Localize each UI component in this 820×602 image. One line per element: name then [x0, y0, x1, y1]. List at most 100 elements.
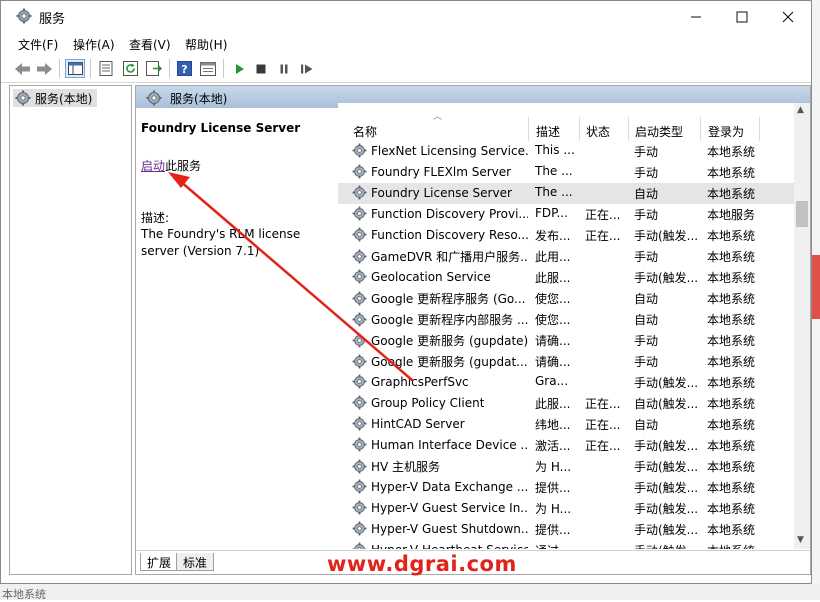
service-row[interactable]: HintCAD Server 纬地... 正在... 自动 本地系统 — [338, 414, 794, 435]
service-name: HV 主机服务 — [371, 460, 441, 474]
service-log-on-as-cell: 本地系统 — [707, 229, 756, 243]
service-row[interactable]: Foundry FLEXlm Server The ... 手动 本地系统 — [338, 162, 794, 183]
pane-header-title: 服务(本地) — [170, 92, 228, 106]
service-name: Function Discovery Reso... — [371, 227, 528, 242]
help-button[interactable]: ? — [174, 59, 194, 78]
close-button[interactable] — [765, 1, 811, 32]
start-service-button[interactable] — [229, 59, 249, 78]
service-name: Human Interface Device ... — [371, 437, 528, 452]
service-row[interactable]: Human Interface Device ... 激活... 正在... 手动(触… — [338, 435, 794, 456]
service-name: HintCAD Server — [371, 416, 465, 431]
services-gear-icon — [146, 90, 162, 106]
scroll-up-icon[interactable]: ▲ — [797, 105, 804, 115]
service-startup-type-cell: 手动(触发... — [634, 439, 699, 453]
maximize-button[interactable] — [719, 1, 765, 32]
tab-standard[interactable]: 标准 — [176, 553, 215, 571]
scrollbar-thumb[interactable] — [796, 201, 808, 227]
services-gear-icon — [15, 90, 31, 106]
service-log-on-as-cell: 本地系统 — [707, 523, 756, 537]
background-window-right — [812, 0, 820, 600]
tree-item-services-local[interactable]: 服务(本地) — [13, 89, 97, 107]
service-description-cell: 为 H... — [535, 460, 572, 474]
service-name-cell: Google 更新服务 (gupdat... — [352, 353, 528, 370]
start-service-suffix: 此服务 — [165, 159, 202, 173]
service-row[interactable]: Google 更新服务 (gupdat... 请确... 手动 本地系统 — [338, 351, 794, 372]
start-service-link[interactable]: 启动 — [141, 159, 165, 173]
menu-action[interactable]: 操作(A) — [73, 36, 115, 53]
service-gear-icon — [352, 269, 367, 284]
column-divider[interactable] — [759, 117, 760, 141]
tab-extended[interactable]: 扩展 — [140, 553, 179, 571]
export-list-button[interactable] — [144, 59, 164, 78]
minimize-button[interactable] — [673, 1, 719, 32]
extended-description-pane: Foundry License Server 启动此服务 描述: The Fou… — [136, 108, 338, 550]
pause-service-icon — [280, 64, 288, 73]
column-header-log-on-as[interactable]: 登录为 — [693, 121, 773, 141]
service-name-cell: GraphicsPerfSvc — [352, 374, 528, 389]
toolbar-separator — [169, 59, 170, 78]
service-name: Group Policy Client — [371, 395, 485, 410]
menu-help[interactable]: 帮助(H) — [185, 36, 227, 53]
service-log-on-as-cell: 本地系统 — [707, 439, 756, 453]
service-name: Hyper-V Heartbeat Service — [371, 543, 528, 550]
minimize-icon — [691, 16, 701, 17]
service-name-cell: Hyper-V Guest Service In... — [352, 500, 528, 515]
service-gear-icon — [352, 500, 367, 515]
service-log-on-as-cell: 本地系统 — [707, 481, 756, 495]
service-description-cell: 提供... — [535, 481, 571, 495]
service-log-on-as-cell: 本地系统 — [707, 418, 756, 432]
vertical-scrollbar[interactable]: ▲ ▼ — [794, 103, 810, 549]
column-header-description[interactable]: 描述 — [521, 121, 571, 141]
service-log-on-as-cell: 本地系统 — [707, 292, 756, 306]
service-log-on-as-cell: 本地系统 — [707, 187, 756, 201]
toolbar-separator — [90, 59, 91, 78]
menu-file[interactable]: 文件(F) — [18, 36, 58, 53]
service-row[interactable]: Function Discovery Reso... 发布... 正在... 手动(触… — [338, 225, 794, 246]
service-row[interactable]: Hyper-V Data Exchange ... 提供... 手动(触发... 本地… — [338, 477, 794, 498]
service-gear-icon — [352, 291, 367, 306]
scroll-down-icon[interactable]: ▼ — [797, 535, 804, 545]
service-row[interactable]: Google 更新程序服务 (Go... 使您... 自动 本地系统 — [338, 288, 794, 309]
service-startup-type-cell: 手动(触发... — [634, 523, 699, 537]
column-header-startup-type[interactable]: 启动类型 — [620, 121, 692, 141]
service-row[interactable]: GameDVR 和广播用户服务... 此用... 手动 本地系统 — [338, 246, 794, 267]
service-startup-type-cell: 手动(触发... — [634, 502, 699, 516]
service-row[interactable]: GraphicsPerfSvc Gra... 手动(触发... 本地系统 — [338, 372, 794, 393]
service-row[interactable]: Geolocation Service 此服... 手动(触发... 本地系统 — [338, 267, 794, 288]
service-row[interactable]: Hyper-V Heartbeat Service 通过... 手动(触发... 本地… — [338, 540, 794, 549]
back-button[interactable] — [12, 59, 32, 78]
stop-service-button[interactable] — [251, 59, 271, 78]
refresh-icon — [122, 61, 138, 76]
service-row[interactable]: Google 更新服务 (gupdate) 请确... 手动 本地系统 — [338, 330, 794, 351]
forward-button[interactable] — [34, 59, 54, 78]
service-status-cell: 正在... — [585, 439, 621, 453]
service-startup-type-cell: 手动(触发... — [634, 460, 699, 474]
service-name-cell: Geolocation Service — [352, 269, 528, 284]
restart-service-icon — [301, 64, 313, 73]
restart-service-button[interactable] — [297, 59, 317, 78]
back-icon — [14, 62, 30, 75]
view-button[interactable] — [198, 59, 218, 78]
pause-service-button[interactable] — [274, 59, 294, 78]
service-description-cell: 为 H... — [535, 502, 572, 516]
service-startup-type-cell: 手动(触发... — [634, 229, 699, 243]
service-row[interactable]: Hyper-V Guest Shutdown... 提供... 手动(触发... 本地… — [338, 519, 794, 540]
service-row[interactable]: Group Policy Client 此服... 正在... 自动(触发... 本地系… — [338, 393, 794, 414]
service-row[interactable]: Google 更新程序内部服务 ... 使您... 自动 本地系统 — [338, 309, 794, 330]
service-name-cell: Google 更新程序内部服务 ... — [352, 311, 528, 328]
service-row[interactable]: FlexNet Licensing Service... This ... 手动 本地… — [338, 141, 794, 162]
service-row[interactable]: HV 主机服务 为 H... 手动(触发... 本地系统 — [338, 456, 794, 477]
menu-view[interactable]: 查看(V) — [129, 36, 171, 53]
service-description-cell: 通过... — [535, 542, 581, 549]
service-row[interactable]: Hyper-V Guest Service In... 为 H... 手动(触发..… — [338, 498, 794, 519]
properties-button[interactable] — [96, 59, 116, 78]
show-hide-tree-button[interactable] — [65, 59, 85, 78]
service-log-on-as-cell: 本地系统 — [707, 271, 756, 285]
column-header-name[interactable]: 名称 — [338, 121, 528, 141]
service-row[interactable]: Function Discovery Provi... FDP... 正在... 手动… — [338, 204, 794, 225]
refresh-button[interactable] — [120, 59, 140, 78]
service-log-on-as-cell: 本地系统 — [707, 397, 756, 411]
service-row[interactable]: Foundry License Server The ... 自动 本地系统 — [338, 183, 794, 204]
services-gear-icon — [16, 8, 32, 24]
column-header-status[interactable]: 状态 — [571, 121, 621, 141]
